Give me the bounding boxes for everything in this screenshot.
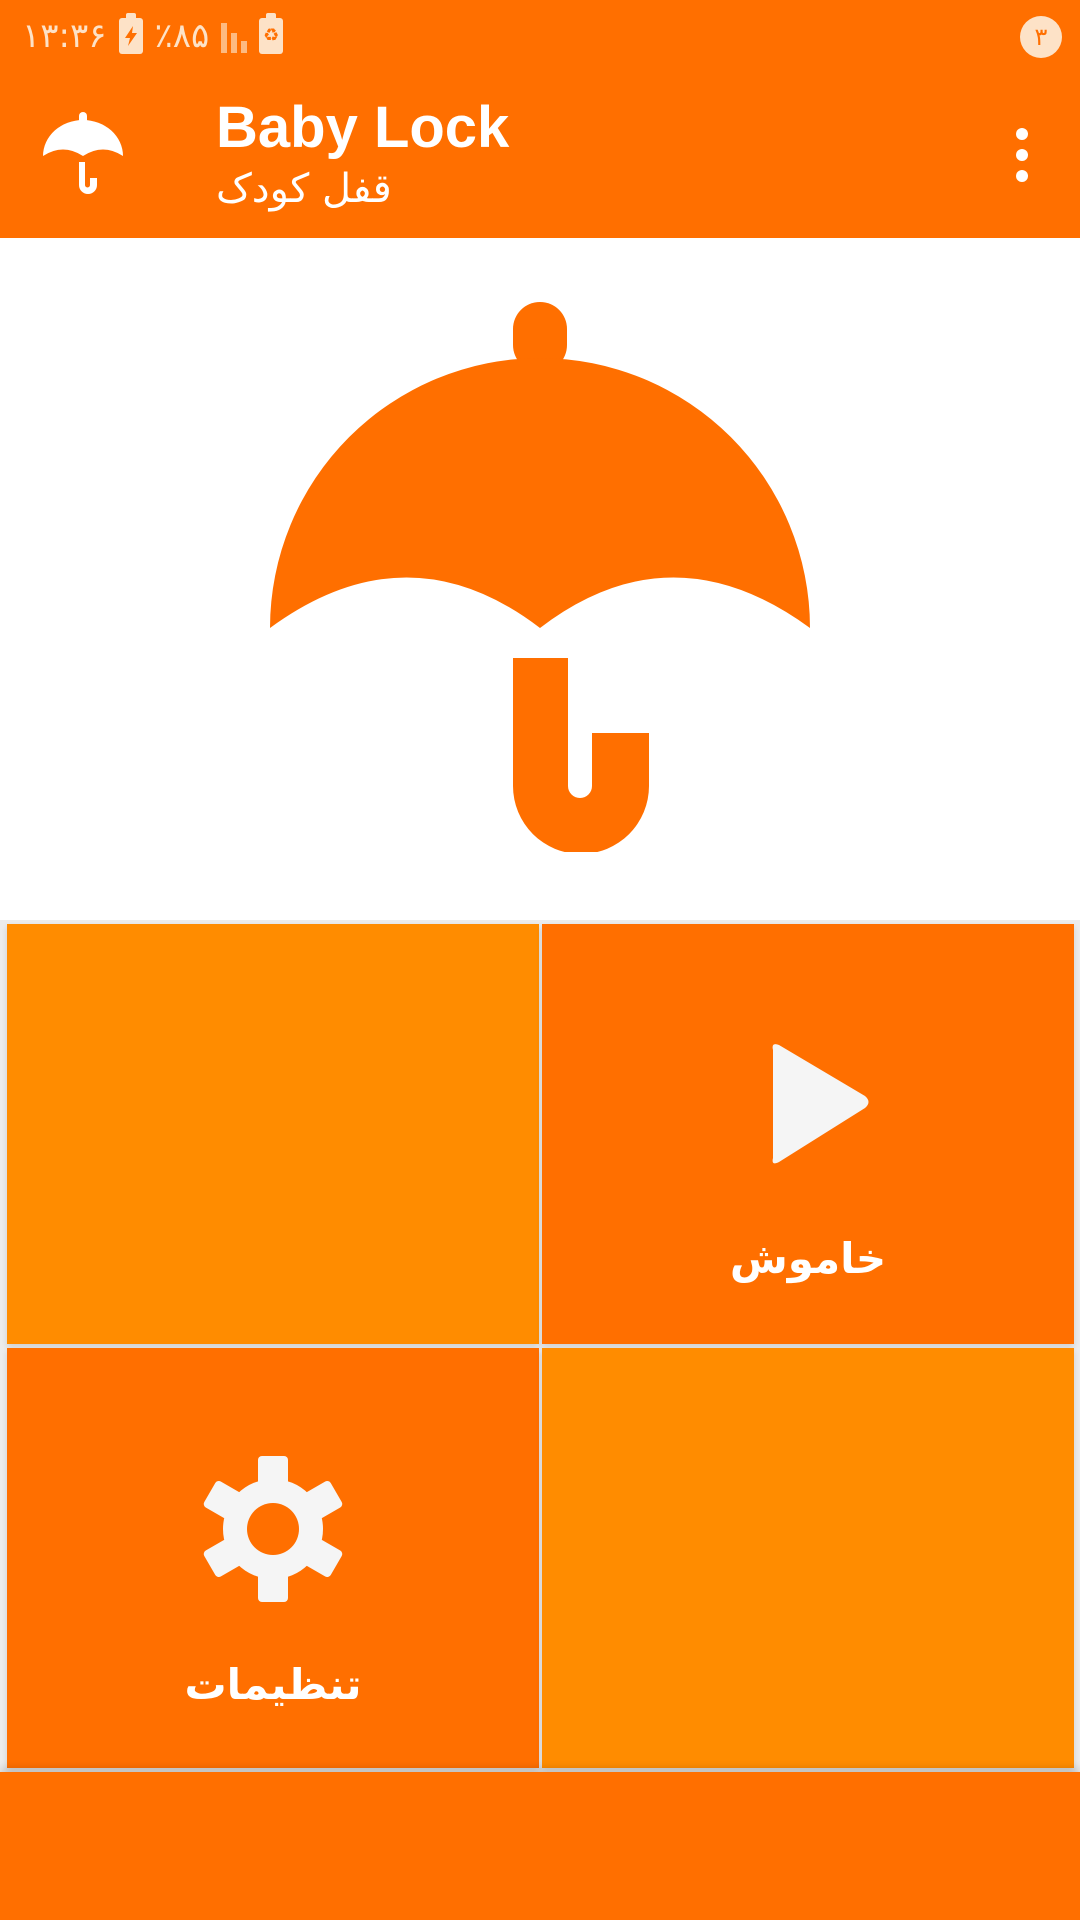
settings-tile[interactable]: تنظیمات [7, 1348, 539, 1768]
app-subtitle: قفل کودک [216, 166, 392, 212]
play-icon [772, 1044, 869, 1164]
battery-saver-icon: ♻ [259, 13, 284, 54]
tile-empty-bottom-right [542, 1348, 1074, 1768]
status-bar: ۱۳:۳۶ ٪۸۵ ♻ ۳ [0, 0, 1080, 72]
status-time: ۱۳:۳۶ [22, 16, 107, 56]
power-toggle-label: خاموش [729, 1234, 887, 1283]
gear-icon [203, 1456, 343, 1602]
bottom-bar [0, 1772, 1080, 1920]
battery-percent: ٪۸۵ [154, 16, 210, 56]
status-indicators: ۱۳:۳۶ ٪۸۵ ♻ [22, 12, 284, 60]
hero [0, 238, 1080, 920]
app-bar: Baby Lock قفل کودک [0, 72, 1080, 238]
notification-badge[interactable]: ۳ [1020, 16, 1062, 58]
tile-empty-top-left [7, 924, 539, 1344]
battery-charging-icon [118, 13, 143, 54]
action-grid: خاموش تنظیمات [0, 920, 1080, 1772]
power-toggle-tile[interactable]: خاموش [542, 924, 1074, 1344]
umbrella-icon [270, 302, 810, 852]
umbrella-icon [43, 112, 123, 194]
app-title: Baby Lock [216, 95, 510, 160]
signal-icon [221, 19, 248, 53]
settings-label: تنظیمات [184, 1660, 362, 1709]
more-vert-icon[interactable] [990, 112, 1054, 198]
